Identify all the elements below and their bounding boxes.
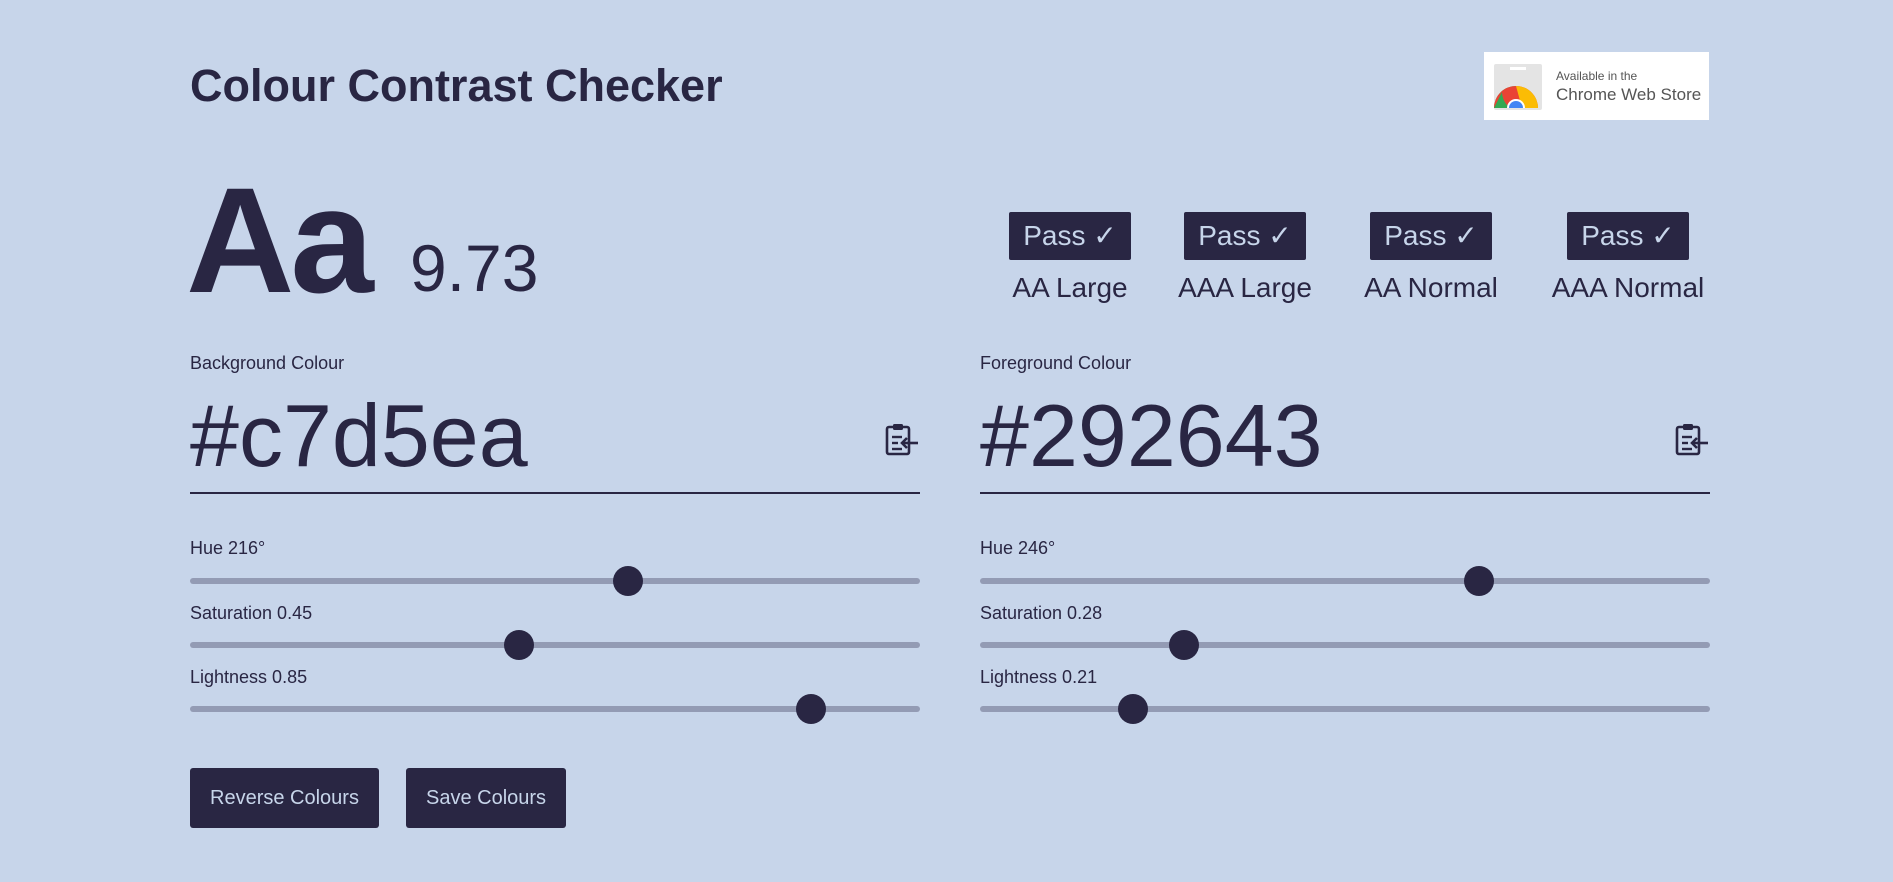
- slider-thumb[interactable]: [613, 566, 643, 596]
- background-saturation-slider[interactable]: [190, 630, 920, 660]
- clipboard-paste-icon[interactable]: [1674, 422, 1710, 458]
- status-badge: Pass ✓: [1370, 212, 1492, 260]
- store-badge-small-text: Available in the: [1556, 69, 1638, 83]
- foreground-lightness-slider[interactable]: [980, 694, 1710, 724]
- result-aaa-large: Pass ✓ AAA Large: [1155, 212, 1335, 306]
- result-aa-normal: Pass ✓ AA Normal: [1341, 212, 1521, 306]
- slider-thumb[interactable]: [1169, 630, 1200, 660]
- status-badge: Pass ✓: [1184, 212, 1306, 260]
- foreground-hex-input[interactable]: [980, 384, 1640, 488]
- background-hue-slider[interactable]: [190, 566, 920, 596]
- background-hue-label: Hue 216°: [190, 538, 266, 558]
- result-label: AA Large: [1012, 272, 1128, 303]
- background-colour-panel: Background Colour Hue 216° Saturation 0.…: [190, 350, 920, 724]
- store-badge-title: Chrome Web Store: [1556, 85, 1702, 104]
- slider-thumb[interactable]: [503, 630, 534, 660]
- result-aaa-normal: Pass ✓ AAA Normal: [1538, 212, 1718, 306]
- background-lightness-label: Lightness 0.85: [190, 667, 308, 687]
- result-label: AA Normal: [1364, 272, 1498, 303]
- foreground-colour-label: Foreground Colour: [980, 353, 1132, 373]
- foreground-lightness-label: Lightness 0.21: [980, 667, 1098, 687]
- clipboard-paste-icon[interactable]: [884, 422, 920, 458]
- foreground-hue-slider[interactable]: [980, 566, 1710, 596]
- foreground-colour-panel: Foreground Colour Hue 246° Saturation 0.…: [980, 350, 1710, 724]
- background-hex-input[interactable]: [190, 384, 850, 488]
- slider-thumb[interactable]: [795, 694, 826, 724]
- chrome-web-store-badge[interactable]: Available in the Chrome Web Store: [1484, 52, 1709, 120]
- background-hex-field: [190, 384, 920, 494]
- foreground-hue-label: Hue 246°: [980, 538, 1056, 558]
- foreground-saturation-label: Saturation 0.28: [980, 603, 1103, 623]
- result-label: AAA Normal: [1551, 272, 1705, 303]
- reverse-colours-button[interactable]: Reverse Colours: [190, 768, 379, 828]
- save-colours-button[interactable]: Save Colours: [406, 768, 567, 828]
- foreground-hex-field: [980, 384, 1710, 494]
- status-badge: Pass ✓: [1009, 212, 1131, 260]
- slider-thumb[interactable]: [1118, 694, 1149, 724]
- result-aa-large: Pass ✓ AA Large: [980, 212, 1160, 306]
- wcag-results: Pass ✓ AA Large Pass ✓ AAA Large Pass ✓ …: [0, 212, 1893, 312]
- background-colour-label: Background Colour: [190, 353, 345, 373]
- foreground-saturation-slider[interactable]: [980, 630, 1710, 660]
- background-saturation-label: Saturation 0.45: [190, 603, 313, 623]
- result-label: AAA Large: [1178, 272, 1312, 303]
- page-title: Colour Contrast Checker: [190, 60, 723, 111]
- chrome-logo-icon: [1494, 86, 1538, 108]
- background-lightness-slider[interactable]: [190, 694, 920, 724]
- status-badge: Pass ✓: [1567, 212, 1689, 260]
- slider-thumb[interactable]: [1463, 566, 1494, 596]
